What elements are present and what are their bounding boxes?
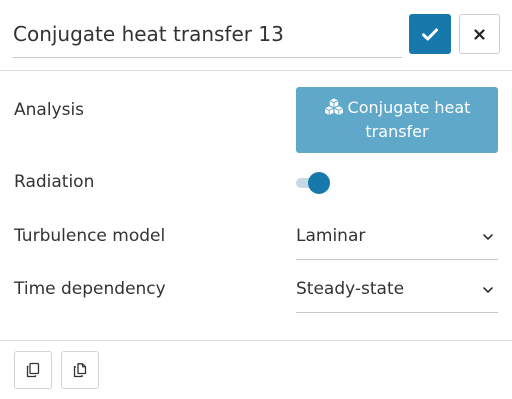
- cubes-icon: [324, 98, 343, 115]
- radiation-label: Radiation: [14, 172, 95, 192]
- title-input[interactable]: [13, 10, 402, 58]
- analysis-button[interactable]: Conjugate heat transfer: [296, 87, 498, 153]
- check-icon: [422, 28, 438, 40]
- chevron-down-icon: [483, 287, 493, 293]
- close-button[interactable]: [459, 14, 500, 54]
- copy-button[interactable]: [14, 351, 52, 389]
- radiation-toggle[interactable]: [296, 172, 332, 194]
- analysis-button-content: Conjugate heat transfer: [304, 96, 490, 144]
- copy-icon: [26, 362, 40, 378]
- time-dependency-value: Steady-state: [296, 279, 405, 299]
- turbulence-model-select[interactable]: Laminar: [296, 216, 498, 260]
- footer-divider: [0, 340, 512, 341]
- settings-panel: Analysis Conjugate heat transfer Radiati…: [0, 0, 512, 399]
- close-icon: [474, 28, 485, 40]
- duplicate-button[interactable]: [61, 351, 99, 389]
- duplicate-icon: [73, 363, 87, 378]
- chevron-down-icon: [483, 234, 493, 240]
- time-dependency-select[interactable]: Steady-state: [296, 269, 498, 313]
- turbulence-model-value: Laminar: [296, 226, 366, 246]
- turbulence-model-label: Turbulence model: [14, 226, 166, 246]
- panel-header: [0, 0, 512, 70]
- analysis-button-label: Conjugate heat transfer: [347, 98, 471, 141]
- header-divider: [0, 70, 512, 71]
- toggle-knob: [308, 172, 330, 194]
- time-dependency-label: Time dependency: [14, 279, 166, 299]
- confirm-button[interactable]: [409, 14, 451, 54]
- analysis-label: Analysis: [14, 100, 85, 120]
